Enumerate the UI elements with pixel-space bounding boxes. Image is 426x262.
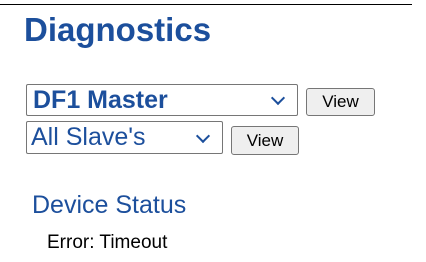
slave-select-value: All Slave's [31, 123, 146, 151]
top-divider [0, 4, 412, 5]
slave-select[interactable]: All Slave's [26, 121, 223, 154]
chevron-down-icon [195, 128, 211, 143]
protocol-view-button[interactable]: View [306, 88, 375, 116]
slave-view-button[interactable]: View [231, 126, 299, 155]
device-status-text: Error: Timeout [47, 232, 168, 253]
device-status-heading: Device Status [32, 191, 187, 219]
page-title: Diagnostics [24, 11, 212, 48]
protocol-select-value: DF1 Master [33, 86, 168, 114]
protocol-select[interactable]: DF1 Master [26, 84, 298, 116]
chevron-down-icon [270, 90, 286, 106]
